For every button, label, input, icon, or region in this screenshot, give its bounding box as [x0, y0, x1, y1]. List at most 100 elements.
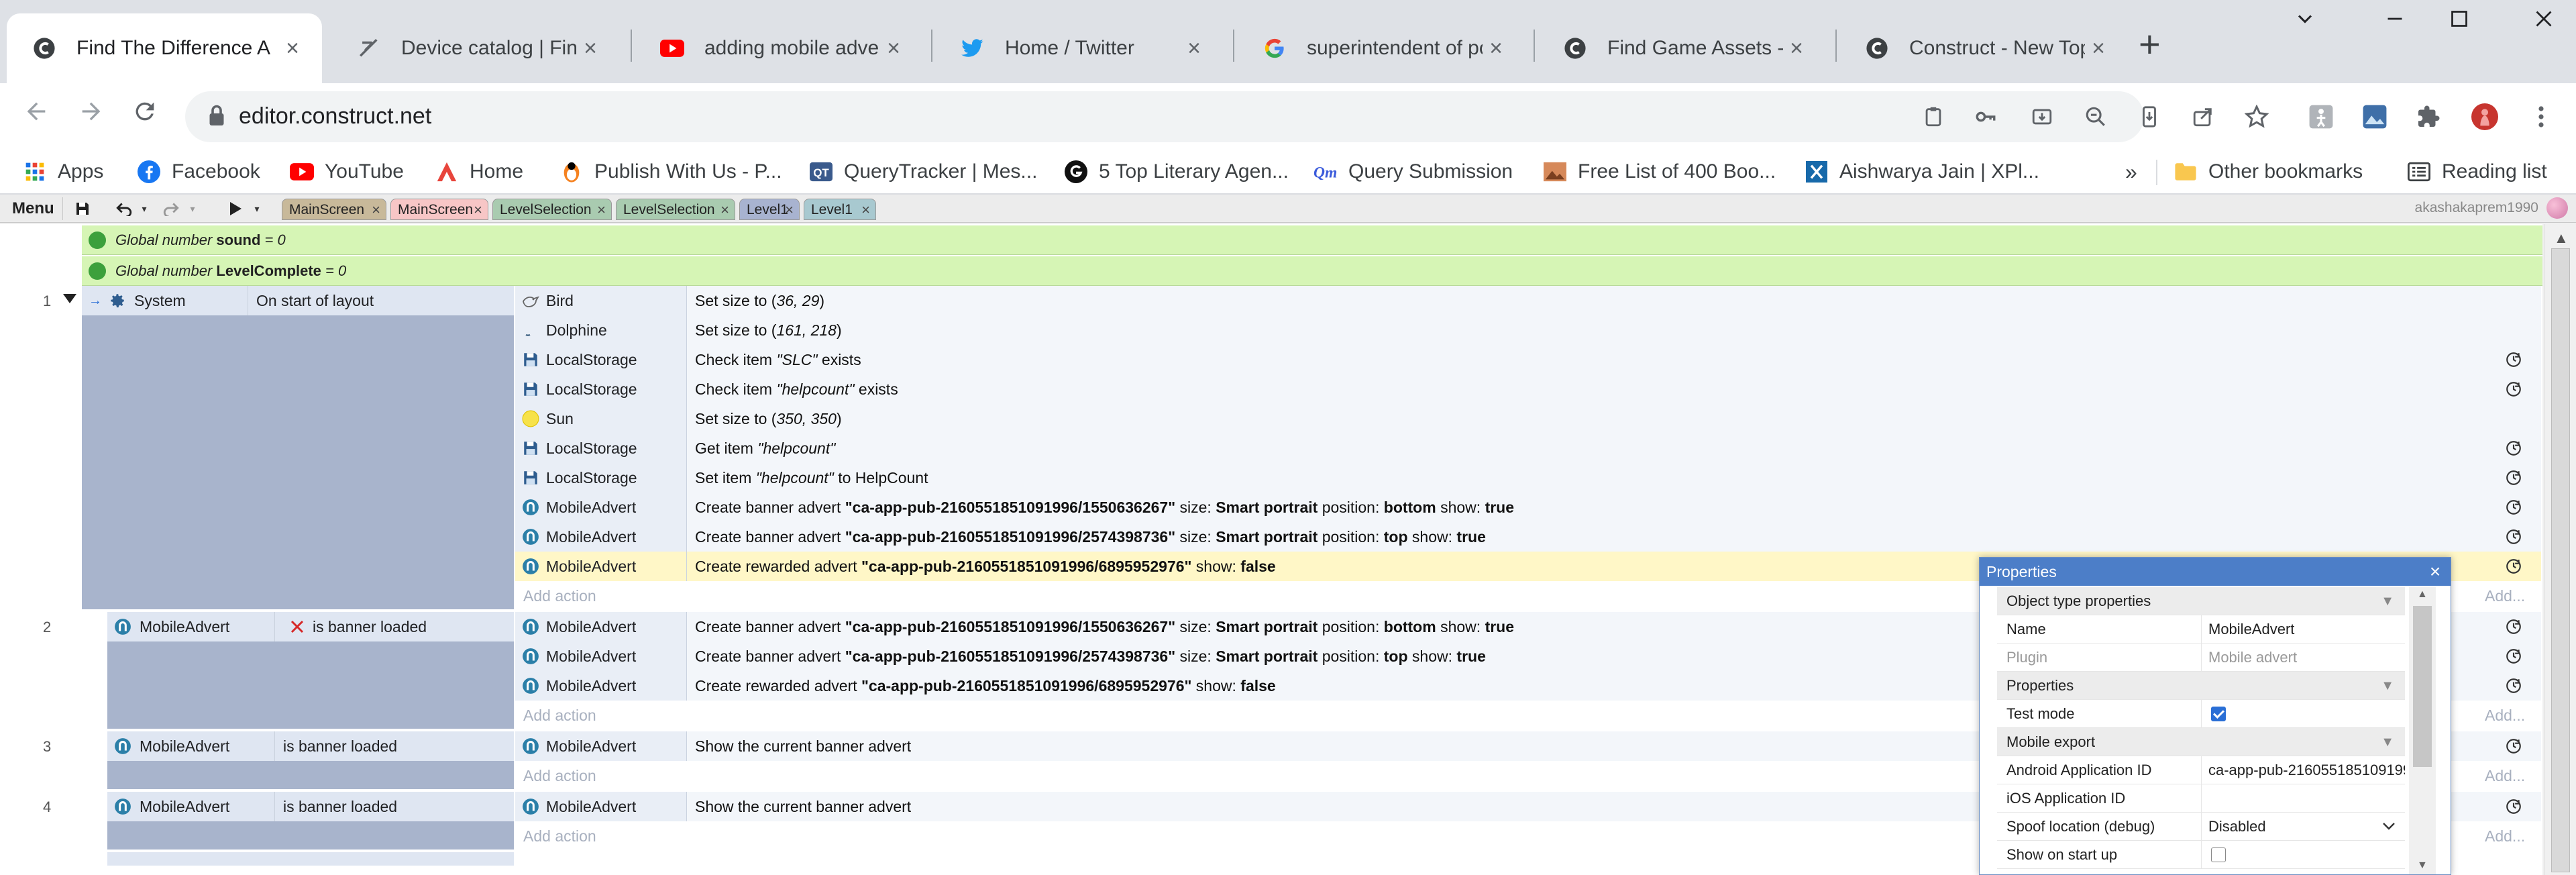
- action-object[interactable]: LocalStorage: [515, 374, 687, 404]
- layout-tab[interactable]: MainScreen ×: [390, 199, 488, 220]
- chevron-down-icon[interactable]: [2382, 813, 2396, 841]
- preview-dropdown-icon[interactable]: ▾: [247, 199, 267, 219]
- action-text[interactable]: Create banner advert "ca-app-pub-2160551…: [687, 493, 2541, 522]
- action-object[interactable]: MobileAdvert: [515, 493, 687, 522]
- sync-icon[interactable]: [2504, 676, 2524, 696]
- sync-icon[interactable]: [2504, 350, 2524, 370]
- action-text[interactable]: Set item "helpcount" to HelpCount: [687, 463, 2541, 493]
- install-app-icon[interactable]: [2029, 103, 2055, 130]
- forward-button[interactable]: [78, 98, 105, 132]
- property-section-header[interactable]: Mobile export ▼: [1997, 728, 2405, 756]
- close-icon[interactable]: ×: [1483, 36, 1509, 62]
- property-value[interactable]: [2201, 700, 2405, 728]
- sync-icon[interactable]: [2504, 527, 2524, 547]
- property-row[interactable]: Spoof location (debug) Disabled: [1997, 813, 2405, 841]
- action-object[interactable]: MobileAdvert: [515, 552, 687, 581]
- back-button[interactable]: [23, 98, 50, 132]
- property-value[interactable]: ca-app-pub-2160551851091996~: [2201, 756, 2405, 784]
- undo-dropdown-icon[interactable]: ▾: [134, 199, 154, 219]
- condition-text[interactable]: On start of layout: [248, 286, 515, 315]
- action-text[interactable]: Set size to (36, 29): [687, 286, 2541, 315]
- browser-tab[interactable]: Device catalog | Find ×: [331, 13, 620, 83]
- close-icon[interactable]: ×: [720, 199, 729, 221]
- action-row[interactable]: MobileAdvert Create banner advert "ca-app…: [515, 493, 2541, 522]
- property-row[interactable]: Plugin Mobile advert: [1997, 644, 2405, 672]
- more-bookmarks-button[interactable]: »: [2125, 157, 2137, 187]
- more-menu-icon[interactable]: [2528, 103, 2555, 130]
- action-object[interactable]: Sun: [515, 404, 687, 433]
- action-object[interactable]: MobileAdvert: [515, 731, 687, 761]
- bookmark-item[interactable]: Publish With Us - P...: [559, 157, 782, 187]
- condition-object[interactable]: MobileAdvert: [107, 612, 275, 641]
- collapse-arrow-icon[interactable]: [63, 294, 76, 303]
- bookmark-item[interactable]: Home: [435, 157, 523, 187]
- sync-icon[interactable]: [2504, 646, 2524, 666]
- event-condition-area[interactable]: [82, 286, 514, 609]
- close-icon[interactable]: ×: [2425, 562, 2445, 582]
- sheet-scrollbar[interactable]: ▲: [2544, 224, 2576, 875]
- sync-icon[interactable]: [2504, 497, 2524, 517]
- reading-list[interactable]: Reading list: [2407, 157, 2547, 187]
- sync-icon[interactable]: [2504, 438, 2524, 458]
- condition-text[interactable]: is banner loaded: [275, 612, 515, 641]
- browser-tab[interactable]: Home / Twitter ×: [935, 13, 1224, 83]
- action-row[interactable]: LocalStorage Check item "SLC" exists: [515, 345, 2541, 374]
- sync-icon[interactable]: [2504, 379, 2524, 399]
- property-value[interactable]: [2201, 841, 2405, 869]
- properties-scrollbar[interactable]: ▲ ▼: [2409, 587, 2436, 874]
- action-object[interactable]: MobileAdvert: [515, 792, 687, 821]
- other-bookmarks[interactable]: Other bookmarks: [2174, 157, 2363, 187]
- collapse-chevron-icon[interactable]: ▼: [2381, 672, 2394, 700]
- add-event-link[interactable]: Add...: [2485, 701, 2525, 730]
- action-object[interactable]: LocalStorage: [515, 463, 687, 493]
- browser-tab[interactable]: Find Game Assets - G×: [1538, 13, 1826, 83]
- action-object[interactable]: LocalStorage: [515, 345, 687, 374]
- close-icon[interactable]: ×: [880, 36, 907, 62]
- action-text[interactable]: Set size to (161, 218): [687, 315, 2541, 345]
- browser-tab[interactable]: Construct - New Topi ×: [1839, 13, 2128, 83]
- action-row[interactable]: LocalStorage Check item "helpcount" exist…: [515, 374, 2541, 404]
- close-icon[interactable]: ×: [785, 199, 794, 221]
- minimize-button[interactable]: [2383, 7, 2407, 37]
- action-text[interactable]: Get item "helpcount": [687, 433, 2541, 463]
- property-row[interactable]: Test mode: [1997, 700, 2405, 728]
- action-row[interactable]: MobileAdvert Create banner advert "ca-app…: [515, 522, 2541, 552]
- action-text[interactable]: Set size to (350, 350): [687, 404, 2541, 433]
- sync-icon[interactable]: [2504, 736, 2524, 756]
- global-var-sound[interactable]: Global number sound = 0: [82, 225, 2542, 255]
- action-text[interactable]: Check item "SLC" exists: [687, 345, 2541, 374]
- user-avatar[interactable]: [2546, 197, 2568, 219]
- share-icon[interactable]: [2190, 103, 2216, 130]
- property-value[interactable]: Disabled: [2201, 813, 2405, 841]
- scroll-up-icon[interactable]: ▲: [2554, 229, 2569, 247]
- condition-object[interactable]: → System: [82, 286, 248, 315]
- add-event-link[interactable]: Add...: [2485, 761, 2525, 790]
- new-tab-button[interactable]: +: [2139, 25, 2161, 63]
- reload-button[interactable]: [131, 98, 158, 132]
- action-row[interactable]: LocalStorage Set item "helpcount" to Help…: [515, 463, 2541, 493]
- bookmark-item[interactable]: Facebook: [137, 157, 260, 187]
- close-icon[interactable]: ×: [372, 199, 380, 221]
- collapse-chevron-icon[interactable]: ▼: [2381, 728, 2394, 756]
- sync-icon[interactable]: [2504, 796, 2524, 817]
- close-icon[interactable]: ×: [861, 199, 870, 221]
- close-icon[interactable]: ×: [597, 199, 606, 221]
- condition-object[interactable]: MobileAdvert: [107, 792, 275, 821]
- action-row[interactable]: Sun Set size to (350, 350): [515, 404, 2541, 433]
- add-event-link[interactable]: Add...: [2485, 581, 2525, 611]
- bookmark-item[interactable]: YouTube: [290, 157, 404, 187]
- property-row[interactable]: iOS Application ID: [1997, 784, 2405, 813]
- condition-text[interactable]: is banner loaded: [275, 792, 515, 821]
- close-icon[interactable]: ×: [1783, 36, 1810, 62]
- property-section-header[interactable]: Properties ▼: [1997, 672, 2405, 700]
- address-bar[interactable]: editor.construct.net: [185, 91, 2144, 142]
- save-icon[interactable]: [72, 199, 93, 219]
- redo-icon[interactable]: [161, 199, 181, 219]
- layout-tab[interactable]: LevelSelection ×: [616, 199, 735, 220]
- bookmark-item[interactable]: QT QueryTracker | Mes...: [809, 157, 1037, 187]
- scroll-up-icon[interactable]: ▲: [2417, 588, 2428, 601]
- action-object[interactable]: MobileAdvert: [515, 612, 687, 641]
- action-object[interactable]: MobileAdvert: [515, 641, 687, 671]
- action-object[interactable]: MobileAdvert: [515, 522, 687, 552]
- action-object[interactable]: Bird: [515, 286, 687, 315]
